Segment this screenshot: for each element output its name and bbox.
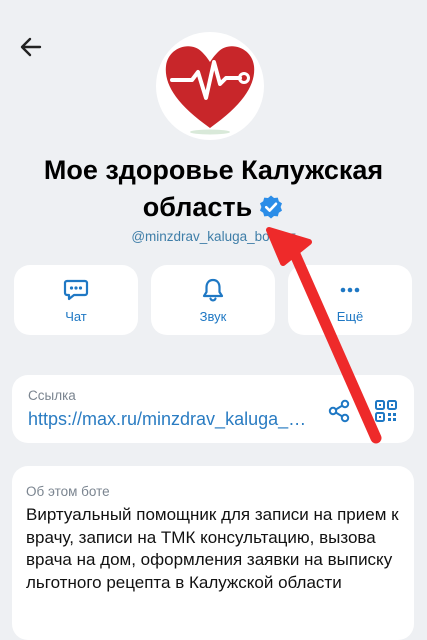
about-card: Об этом боте Виртуальный помощник для за… (12, 466, 414, 640)
sound-button[interactable]: Звук (151, 265, 275, 335)
link-card: Ссылка https://max.ru/minzdrav_kaluga_bo… (12, 375, 414, 443)
chat-button-label: Чат (65, 308, 87, 324)
bot-type-label: Бот (273, 229, 296, 244)
heart-pulse-icon (165, 46, 255, 135)
chat-icon (63, 279, 89, 300)
about-label: Об этом боте (26, 484, 110, 499)
bell-icon (202, 278, 224, 301)
share-icon (328, 399, 350, 423)
qr-code-icon (375, 400, 397, 422)
verified-badge-icon (258, 193, 284, 230)
sound-button-label: Звук (199, 308, 227, 324)
chat-button[interactable]: Чат (14, 265, 138, 335)
more-button-label: Ещё (336, 308, 364, 324)
more-dots-icon (340, 287, 360, 292)
link-label: Ссылка (28, 388, 76, 403)
qr-code-button[interactable] (373, 398, 399, 424)
back-button[interactable] (14, 32, 48, 62)
bot-link[interactable]: https://max.ru/minzdrav_kaluga_bot (28, 409, 308, 430)
bot-username-row: @minzdrav_kaluga_bo Бот (0, 229, 427, 244)
bot-username[interactable]: @minzdrav_kaluga_bo (131, 229, 269, 244)
about-description: Виртуальный помощник для записи на прием… (26, 505, 399, 592)
bot-avatar (156, 32, 264, 140)
arrow-left-icon (20, 37, 42, 57)
bot-title: Мое здоровье Калужская область (0, 152, 427, 230)
title-line-1: Мое здоровье Калужская (43, 155, 384, 185)
title-line-2: область (0, 189, 427, 230)
share-button[interactable] (326, 398, 352, 424)
title-line-2-text: область (142, 192, 253, 222)
more-button[interactable]: Ещё (288, 265, 412, 335)
